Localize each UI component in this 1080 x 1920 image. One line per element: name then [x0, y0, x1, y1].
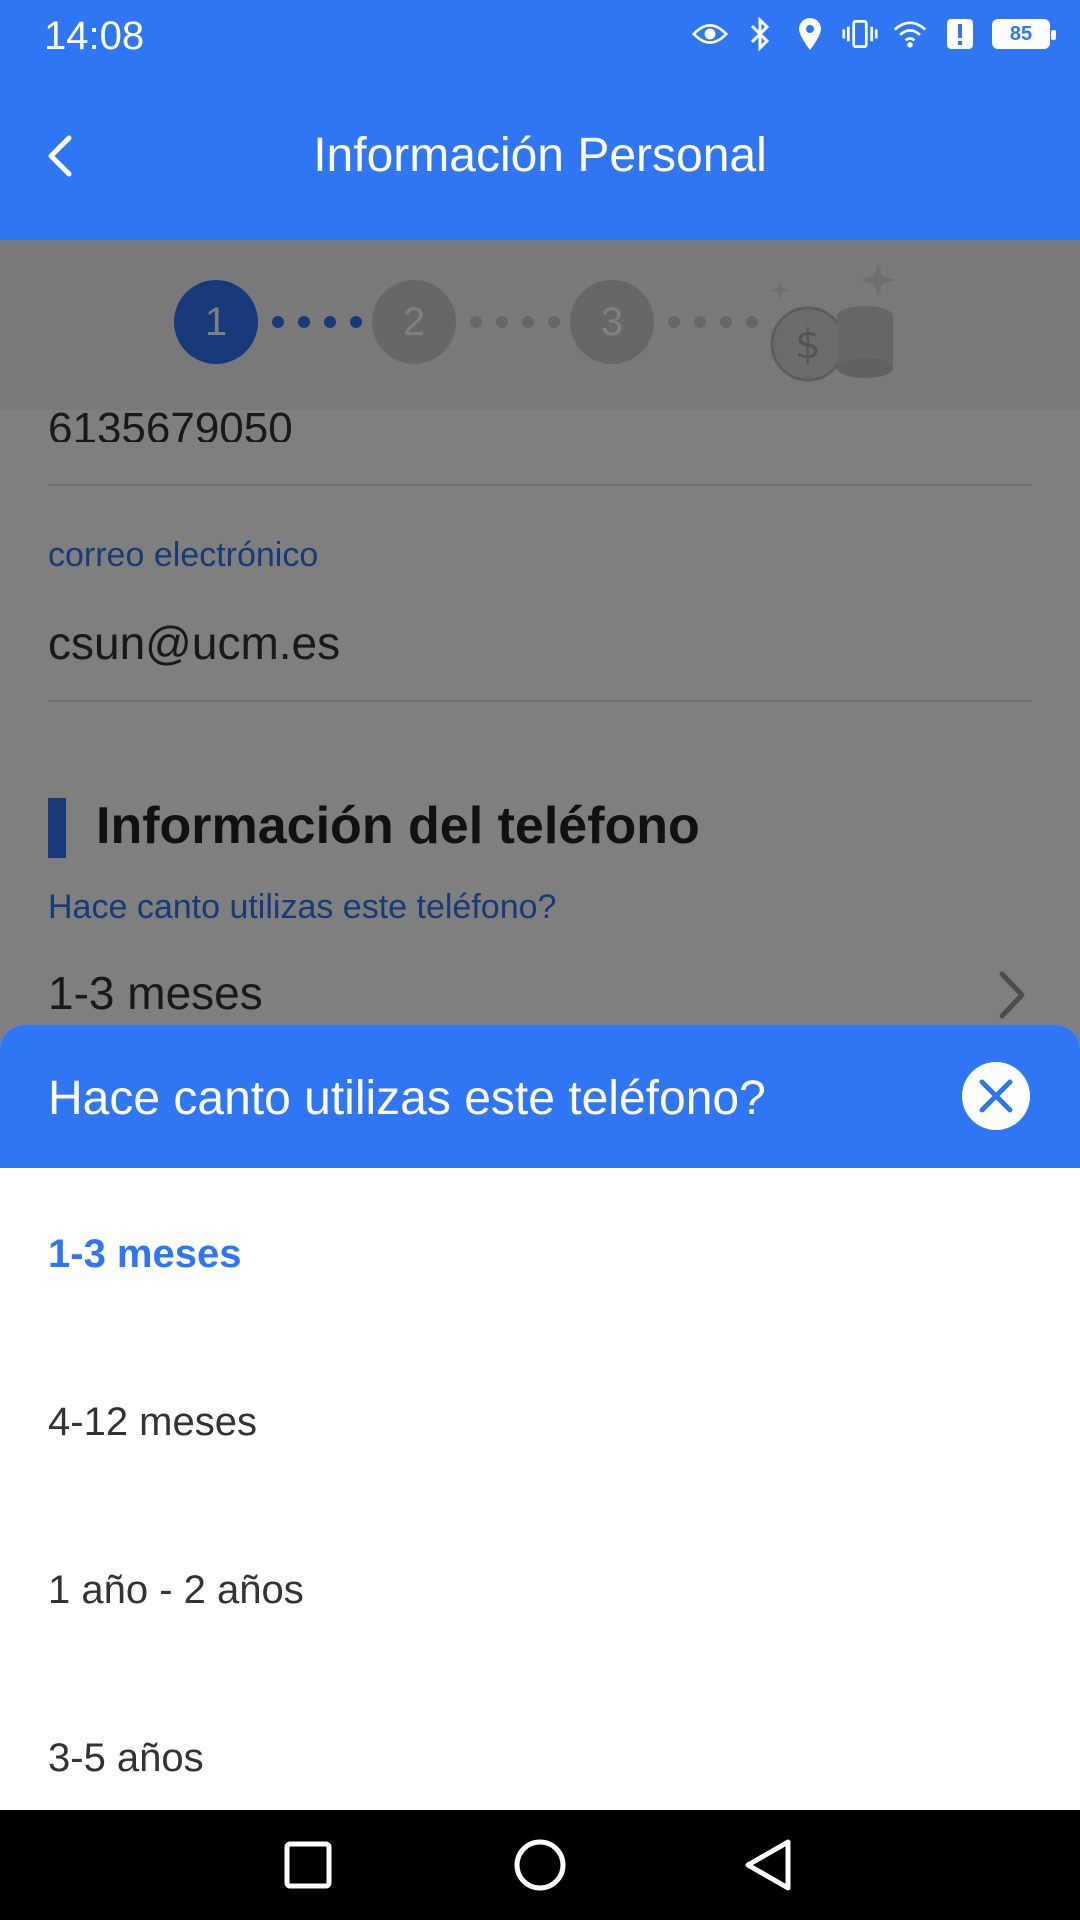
home-button[interactable] [507, 1832, 573, 1898]
close-icon [979, 1079, 1013, 1113]
bluetooth-icon [742, 16, 778, 52]
navigation-bar [0, 1810, 1080, 1920]
status-time: 14:08 [44, 14, 145, 58]
battery-level: 85 [1009, 22, 1033, 45]
triangle-back-icon [745, 1839, 791, 1891]
recents-button[interactable] [275, 1832, 341, 1898]
sheet-header: Hace canto utilizas este teléfono? [0, 1025, 1080, 1168]
circle-icon [514, 1839, 566, 1891]
sheet-title: Hace canto utilizas este teléfono? [48, 1072, 766, 1125]
option-1-3-meses[interactable]: 1-3 meses [48, 1232, 241, 1277]
status-bar: 14:08 85 [0, 0, 1080, 76]
bottom-sheet: Hace canto utilizas este teléfono? 1-3 m… [0, 1025, 1080, 1810]
vibrate-icon [842, 16, 878, 52]
app-bar: Información Personal [0, 76, 1080, 240]
location-icon [792, 16, 828, 52]
alert-icon [942, 16, 978, 52]
square-icon [284, 1841, 332, 1889]
battery-icon: 85 [992, 19, 1056, 49]
close-button[interactable] [962, 1062, 1030, 1130]
option-3-5-anos[interactable]: 3-5 años [48, 1736, 204, 1781]
wifi-icon [892, 16, 928, 52]
eye-icon [692, 16, 728, 52]
page-title: Información Personal [313, 129, 767, 182]
option-4-12-meses[interactable]: 4-12 meses [48, 1400, 257, 1445]
status-icons: 85 [692, 16, 1056, 52]
option-1-2-anos[interactable]: 1 año - 2 años [48, 1568, 304, 1613]
back-nav-button[interactable] [735, 1832, 801, 1898]
